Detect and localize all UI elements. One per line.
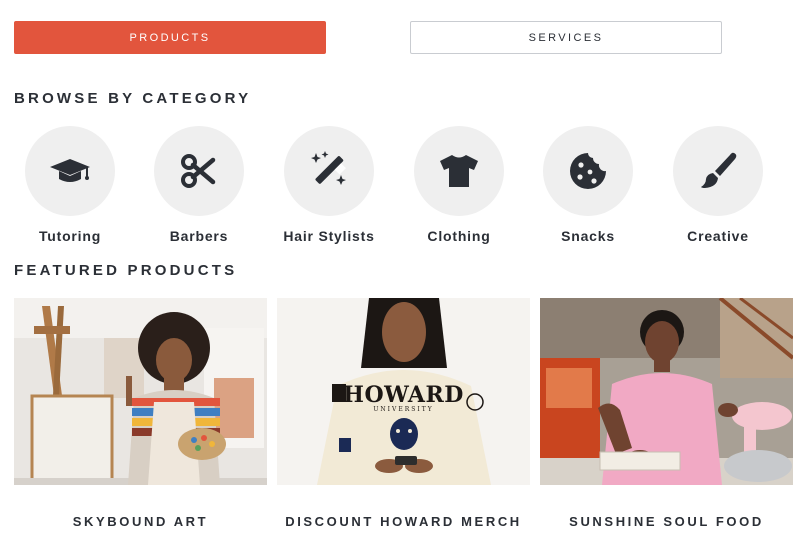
sweatshirt-brand-text: HOWARD (343, 382, 464, 408)
category-label: Clothing (427, 228, 491, 244)
category-tabs: PRODUCTS SERVICES (14, 21, 722, 54)
category-icon-circle (414, 126, 504, 216)
artist-with-palette-photo[interactable] (14, 298, 267, 485)
product-card-discount-howard-merch[interactable]: HOWARD UNIVERSITY DISCOUNT HOWARD MERCH (277, 298, 530, 530)
browse-by-category-heading: BROWSE BY CATEGORY (14, 90, 252, 107)
category-label: Hair Stylists (283, 228, 375, 244)
category-hair-stylists[interactable]: Hair Stylists (264, 126, 394, 246)
magic-wand-icon (311, 151, 346, 185)
tab-products[interactable]: PRODUCTS (14, 21, 326, 54)
category-label: Tutoring (38, 228, 102, 244)
category-label: Barbers (169, 228, 229, 244)
category-list: Tutoring Barbers Hair Stylists Clothing … (0, 126, 806, 246)
category-icon-circle (284, 126, 374, 216)
graduation-cap-icon (50, 159, 90, 182)
category-icon-circle (673, 126, 763, 216)
featured-products-list: SKYBOUND ART HOWARD UNIVERSITY DISCOUNT … (14, 298, 794, 530)
tshirt-icon (440, 155, 478, 187)
category-clothing[interactable]: Clothing (394, 126, 524, 246)
category-icon-circle (25, 126, 115, 216)
howard-sweatshirt-photo[interactable]: HOWARD UNIVERSITY (277, 298, 530, 485)
product-name[interactable]: DISCOUNT HOWARD MERCH (257, 514, 550, 529)
scissors-icon (181, 154, 216, 188)
product-card-skybound-art[interactable]: SKYBOUND ART (14, 298, 267, 530)
category-barbers[interactable]: Barbers (134, 126, 264, 246)
category-tutoring[interactable]: Tutoring (5, 126, 135, 246)
chef-in-kitchen-photo[interactable] (540, 298, 793, 485)
featured-products-heading: FEATURED PRODUCTS (14, 262, 238, 279)
paintbrush-icon (701, 152, 737, 188)
product-name[interactable]: SUNSHINE SOUL FOOD (520, 514, 806, 529)
category-icon-circle (543, 126, 633, 216)
sweatshirt-subtext: UNIVERSITY (373, 406, 434, 413)
category-icon-circle (154, 126, 244, 216)
product-card-sunshine-soul-food[interactable]: SUNSHINE SOUL FOOD (540, 298, 793, 530)
category-label: Creative (687, 228, 749, 244)
product-name[interactable]: SKYBOUND ART (0, 514, 287, 529)
cookie-icon (570, 153, 606, 189)
category-label: Snacks (561, 228, 615, 244)
tab-services[interactable]: SERVICES (410, 21, 722, 54)
category-creative[interactable]: Creative (653, 126, 783, 246)
category-snacks[interactable]: Snacks (523, 126, 653, 246)
